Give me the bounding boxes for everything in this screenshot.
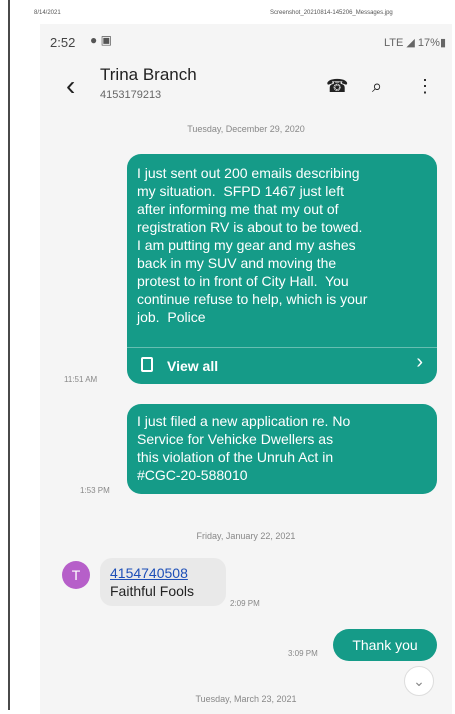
message-timestamp: 3:09 PM — [288, 649, 318, 658]
back-arrow-icon[interactable]: ‹ — [66, 72, 75, 100]
document-icon — [141, 357, 153, 372]
search-icon[interactable]: ⌕ — [372, 76, 382, 97]
scroll-down-icon[interactable]: ⌄ — [404, 666, 434, 696]
date-separator: Friday, January 22, 2021 — [196, 531, 296, 541]
more-options-icon[interactable]: ⋮ — [416, 76, 434, 97]
status-bar: 2:52 ● ▣ LTE ◢ 17%▮ — [40, 24, 452, 62]
signal-battery-indicator: LTE ◢ 17%▮ — [384, 37, 446, 49]
incoming-message-bubble[interactable]: 4154740508 Faithful Fools — [100, 558, 226, 606]
date-separator: Tuesday, March 23, 2021 — [195, 694, 297, 704]
print-date: 8/14/2021 — [34, 10, 61, 16]
contact-name: Trina Branch — [100, 65, 197, 84]
print-filename: Screenshot_20210814-145206_Messages.jpg — [270, 10, 393, 16]
message-text: I just sent out 200 emails describing my… — [137, 165, 368, 325]
contact-number: 4153179213 — [100, 89, 162, 101]
message-text: Faithful Fools — [110, 583, 195, 599]
view-all-label: View all — [167, 358, 219, 374]
print-header: 8/14/2021 Screenshot_20210814-145206_Mes… — [0, 0, 455, 22]
message-timestamp: 1:53 PM — [80, 486, 110, 495]
conversation-header: ‹ Trina Branch 4153179213 ☎ ⌕ ⋮ — [40, 62, 452, 120]
outgoing-message-bubble[interactable]: I just filed a new application re. No Se… — [127, 404, 437, 494]
notification-icons: ● ▣ — [90, 33, 112, 47]
outgoing-message-bubble[interactable]: Thank you — [333, 629, 437, 661]
view-all-button[interactable]: View all › — [127, 347, 437, 384]
outgoing-message-bubble[interactable]: I just sent out 200 emails describing my… — [127, 154, 437, 384]
chevron-right-icon: › — [416, 351, 423, 373]
message-timestamp: 11:51 AM — [64, 375, 98, 384]
status-time: 2:52 — [50, 35, 76, 50]
phone-number-link[interactable]: 4154740508 — [110, 564, 216, 582]
message-text: I just filed a new application re. No Se… — [137, 413, 351, 483]
page-border — [8, 0, 10, 710]
date-separator: Tuesday, December 29, 2020 — [187, 124, 305, 134]
phone-screen: 2:52 ● ▣ LTE ◢ 17%▮ ‹ Trina Branch 41531… — [40, 24, 452, 714]
phone-call-icon[interactable]: ☎ — [326, 76, 348, 97]
message-timestamp: 2:09 PM — [230, 599, 260, 608]
contact-avatar[interactable]: T — [62, 561, 90, 589]
